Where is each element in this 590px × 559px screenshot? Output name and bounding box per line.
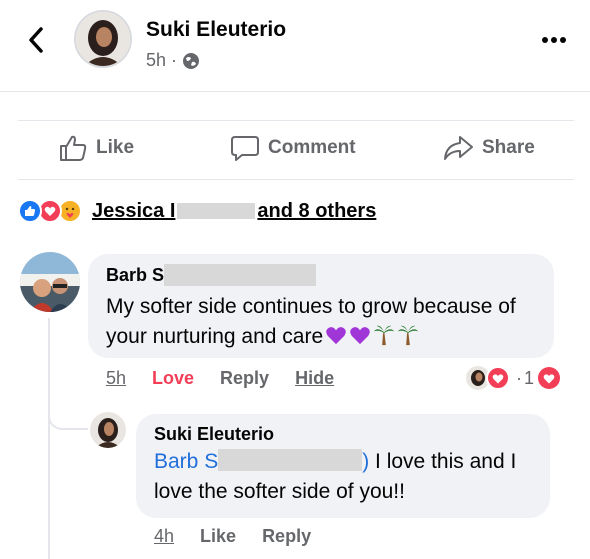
reply-reply-button[interactable]: Reply (262, 526, 311, 547)
more-dots-icon (542, 37, 566, 43)
hide-button[interactable]: Hide (295, 368, 334, 389)
love-reaction-icon (486, 366, 510, 390)
redacted-surname (177, 202, 256, 219)
thread-line (48, 318, 50, 559)
reactions-summary[interactable]: Jessica I and 8 others (18, 199, 376, 223)
reaction-count: 1 (524, 367, 535, 388)
like-button[interactable]: Like (58, 133, 134, 163)
reply-bubble: Suki Eleuterio Barb S​) I love this and … (136, 414, 550, 518)
mention-link[interactable]: Barb S (154, 450, 218, 473)
reply-author[interactable]: Suki Eleuterio (154, 424, 532, 445)
comment-time[interactable]: 5h (106, 368, 126, 389)
commenter-avatar[interactable] (20, 252, 80, 312)
post-header: Suki Eleuterio 5h · (0, 0, 590, 92)
meta-separator: · (171, 50, 178, 70)
like-reaction-icon (18, 199, 42, 223)
reply-text: Barb S​) I love this and I love the soft… (154, 449, 517, 503)
purple-heart-emoji (350, 327, 370, 345)
back-button[interactable] (22, 22, 50, 58)
share-button[interactable]: Share (442, 133, 535, 163)
post-time[interactable]: 5h (146, 50, 166, 71)
globe-icon (183, 52, 200, 69)
love-button[interactable]: Love (152, 368, 194, 389)
palm-tree-emoji (398, 325, 419, 346)
reactor-count: and 8 others (257, 199, 377, 222)
share-arrow-icon (444, 136, 473, 160)
comment-actions: 5h Love Reply Hide (106, 368, 360, 389)
post-author-name[interactable]: Suki Eleuterio (146, 18, 286, 42)
reaction-dot: · (516, 367, 522, 388)
palm-tree-emoji (374, 325, 395, 346)
purple-heart-emoji (326, 327, 346, 345)
comment-text: My softer side continues to grow because… (106, 295, 516, 348)
reactor-name-start: Jessica I (92, 199, 176, 222)
chevron-left-icon (29, 27, 43, 53)
reactors-text[interactable]: Jessica I and 8 others (92, 200, 376, 223)
comment-label: Comment (268, 137, 356, 158)
post-meta: 5h · (146, 50, 200, 71)
author-avatar[interactable] (74, 10, 132, 68)
reply-actions: 4h Like Reply (154, 526, 337, 547)
thumbs-up-icon (60, 135, 87, 161)
reply-connector (48, 386, 88, 430)
comment-author[interactable]: Barb S (106, 264, 536, 286)
share-label: Share (482, 137, 535, 158)
redacted-mention (218, 449, 363, 471)
like-label: Like (96, 137, 135, 158)
reply-author-avatar[interactable] (90, 412, 126, 448)
comment-button[interactable]: Comment (230, 133, 356, 163)
comment-bubble: Barb S My softer side continues to grow … (88, 254, 554, 358)
reply-like-button[interactable]: Like (200, 526, 236, 547)
reply-button[interactable]: Reply (220, 368, 269, 389)
comment-bubble-icon (231, 136, 259, 161)
redacted-name (164, 264, 317, 286)
reply-time[interactable]: 4h (154, 526, 174, 547)
more-options-button[interactable] (538, 30, 570, 50)
love-reaction-icon (538, 367, 561, 389)
comment-reactions[interactable]: · 1 (466, 366, 561, 390)
post-action-bar: Like Comment Share (18, 120, 574, 180)
